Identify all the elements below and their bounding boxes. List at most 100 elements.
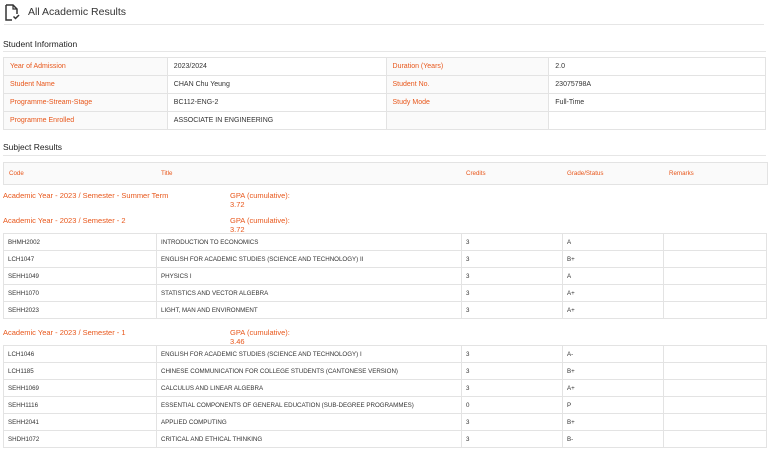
cell-remarks — [663, 413, 767, 431]
cell-credits: 3 — [461, 413, 563, 431]
info-value: 2.0 — [548, 57, 766, 76]
cell-remarks — [663, 430, 767, 448]
cell-title: ENGLISH FOR ACADEMIC STUDIES (SCIENCE AN… — [156, 345, 462, 363]
info-value: ASSOCIATE IN ENGINEERING — [166, 111, 387, 130]
table-row: SEHH1049 PHYSICS I3A — [3, 267, 767, 285]
table-row: LCH1185 CHINESE COMMUNICATION FOR COLLEGE… — [3, 362, 767, 380]
cell-code: SEHH1069 — [3, 379, 157, 397]
header-title: Title — [161, 170, 173, 177]
info-row: Student Name CHAN Chu Yeung Student No. 230… — [3, 75, 766, 94]
cell-code: SHDH1072 — [3, 430, 157, 448]
semester-heading: Academic Year - 2023 / Semester - 2 GPA … — [3, 216, 303, 234]
info-row: Programme Enrolled ASSOCIATE IN ENGINEERI… — [3, 111, 766, 130]
cell-grade: B+ — [562, 362, 664, 380]
table-row: LCH1046 ENGLISH FOR ACADEMIC STUDIES (SCI… — [3, 345, 767, 363]
cell-credits: 3 — [461, 430, 563, 448]
student-info-table: Year of Admission 2023/2024 Duration (Year… — [3, 57, 766, 130]
table-row: SEHH1116 ESSENTIAL COMPONENTS OF GENERAL … — [3, 396, 767, 414]
cell-code: SEHH1116 — [3, 396, 157, 414]
cell-code: BHMH2002 — [3, 233, 157, 251]
cell-title: LIGHT, MAN AND ENVIRONMENT — [156, 301, 462, 319]
cell-credits: 3 — [461, 301, 563, 319]
divider — [3, 155, 766, 156]
info-label: Student No. — [385, 75, 550, 94]
header-grade: Grade/Status — [567, 170, 604, 177]
info-label — [385, 111, 550, 130]
info-label: Duration (Years) — [385, 57, 550, 76]
student-info-title: Student Information — [3, 39, 78, 49]
cell-credits: 3 — [461, 267, 563, 285]
semester-gpa: GPA (cumulative): 3.72 — [230, 216, 290, 234]
cell-grade: A- — [562, 345, 664, 363]
cell-title: ENGLISH FOR ACADEMIC STUDIES (SCIENCE AN… — [156, 250, 462, 268]
cell-code: SEHH2023 — [3, 301, 157, 319]
info-label: Year of Admission — [3, 57, 168, 76]
cell-remarks — [663, 250, 767, 268]
cell-credits: 3 — [461, 233, 563, 251]
info-value: Full-Time — [548, 93, 766, 112]
cell-code: LCH1047 — [3, 250, 157, 268]
cell-grade: B+ — [562, 250, 664, 268]
cell-credits: 3 — [461, 284, 563, 302]
table-row: SHDH1072 CRITICAL AND ETHICAL THINKING 3 B- — [3, 430, 767, 448]
info-value — [548, 111, 766, 130]
cell-grade: B+ — [562, 413, 664, 431]
cell-title: CRITICAL AND ETHICAL THINKING — [156, 430, 462, 448]
cell-remarks — [663, 396, 767, 414]
info-label: Study Mode — [385, 93, 550, 112]
cell-credits: 3 — [461, 345, 563, 363]
info-label: Programme Enrolled — [3, 111, 168, 130]
table-row: SEHH1070 STATISTICS AND VECTOR ALGEBRA 3 A+ — [3, 284, 767, 302]
subject-results-title: Subject Results — [3, 142, 63, 152]
cell-credits: 3 — [461, 250, 563, 268]
semester-name: Academic Year - 2023 / Semester - Summer… — [3, 191, 169, 200]
cell-grade: B- — [562, 430, 664, 448]
info-value: 2023/2024 — [166, 57, 387, 76]
semester-heading: Academic Year - 2023 / Semester - 1 GPA … — [3, 328, 303, 346]
cell-grade: A — [562, 267, 664, 285]
cell-credits: 3 — [461, 362, 563, 380]
cell-grade: P — [562, 396, 664, 414]
cell-code: SEHH1070 — [3, 284, 157, 302]
table-row: LCH1047 ENGLISH FOR ACADEMIC STUDIES (SCI… — [3, 250, 767, 268]
table-row: SEHH2023 LIGHT, MAN AND ENVIRONMENT 3 A+ — [3, 301, 767, 319]
header-code: Code — [9, 170, 24, 177]
info-label: Programme-Stream-Stage — [3, 93, 168, 112]
cell-remarks — [663, 301, 767, 319]
semester-gpa: GPA (cumulative): 3.72 — [230, 191, 290, 209]
cell-code: LCH1185 — [3, 362, 157, 380]
results-table: BHMH2002 INTRODUCTION TO ECONOMICS 3 A LCH10… — [3, 233, 767, 319]
table-row: BHMH2002 INTRODUCTION TO ECONOMICS 3 A — [3, 233, 767, 251]
cell-remarks — [663, 362, 767, 380]
cell-title: APPLIED COMPUTING — [156, 413, 462, 431]
header-remarks: Remarks — [669, 170, 694, 177]
cell-title: ESSENTIAL COMPONENTS OF GENERAL EDUCATIO… — [156, 396, 462, 414]
semester-name: Academic Year - 2023 / Semester - 1 — [3, 328, 126, 337]
cell-title: STATISTICS AND VECTOR ALGEBRA — [156, 284, 462, 302]
cell-code: SEHH1049 — [3, 267, 157, 285]
cell-credits: 3 — [461, 379, 563, 397]
header-credits: Credits — [466, 170, 486, 177]
cell-grade: A+ — [562, 284, 664, 302]
cell-credits: 0 — [461, 396, 563, 414]
info-value: BC112-ENG-2 — [166, 93, 387, 112]
cell-code: LCH1046 — [3, 345, 157, 363]
page-title: All Academic Results — [28, 6, 127, 18]
divider — [3, 51, 766, 52]
info-row: Programme-Stream-Stage BC112-ENG-2 Study M… — [3, 93, 766, 112]
info-row: Year of Admission 2023/2024 Duration (Year… — [3, 57, 766, 76]
cell-grade: A — [562, 233, 664, 251]
info-value: CHAN Chu Yeung — [166, 75, 387, 94]
table-row: SEHH2041 APPLIED COMPUTING 3 B+ — [3, 413, 767, 431]
cell-grade: A+ — [562, 379, 664, 397]
cell-title: PHYSICS I — [156, 267, 462, 285]
cell-remarks — [663, 345, 767, 363]
results-table: LCH1046 ENGLISH FOR ACADEMIC STUDIES (SCI… — [3, 345, 767, 448]
cell-title: CHINESE COMMUNICATION FOR COLLEGE STUDEN… — [156, 362, 462, 380]
cell-title: CALCULUS AND LINEAR ALGEBRA — [156, 379, 462, 397]
info-label: Student Name — [3, 75, 168, 94]
semester-heading: Academic Year - 2023 / Semester - Summer… — [3, 191, 303, 209]
cell-title: INTRODUCTION TO ECONOMICS — [156, 233, 462, 251]
cell-grade: A+ — [562, 301, 664, 319]
cell-code: SEHH2041 — [3, 413, 157, 431]
